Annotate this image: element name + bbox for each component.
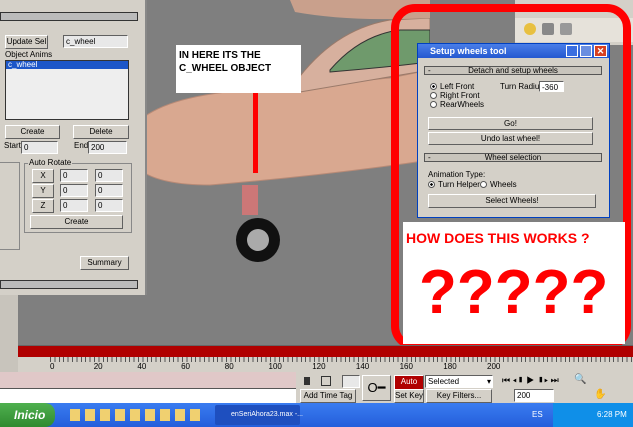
auto-rotate-label: Auto Rotate (28, 158, 73, 167)
radio-rear-wheels[interactable]: RearWheels (430, 100, 484, 109)
radio-right-front[interactable]: Right Front (430, 91, 480, 100)
create-button[interactable]: Create (5, 125, 60, 139)
delete-button[interactable]: Delete (73, 125, 129, 139)
animation-type-label: Animation Type: (428, 170, 486, 179)
dialog-title: Setup wheels tool (430, 46, 507, 56)
radio-wheels[interactable]: Wheels (480, 180, 517, 189)
turn-radius-spinner[interactable]: -360 (539, 81, 564, 92)
timeline-tick-label: 0 (50, 362, 55, 371)
annotation-line2: C_WHEEL OBJECT (179, 63, 272, 74)
radio-turn-helper[interactable]: Turn Helper (428, 180, 480, 189)
taskbar: Inicio enSeriAhora23.max -... ES 6:28 PM (0, 403, 633, 427)
add-time-tag-button[interactable]: Add Time Tag (300, 389, 356, 403)
key-filters-button[interactable]: Key Filters... (426, 389, 492, 403)
playback-controls[interactable]: ⏮ ◂▮ ▶ ▮▸ ⏭ (502, 375, 559, 386)
timeline-tick-label: 100 (268, 362, 282, 371)
timeline-tick-label: 20 (93, 362, 103, 371)
object-anims-label: Object Anims (5, 50, 53, 59)
timeline-tick-label: 40 (137, 362, 147, 371)
update-sel-button[interactable]: Update Sel (5, 35, 48, 49)
y-axis-button[interactable]: Y (32, 184, 54, 198)
select-wheels-button[interactable]: Select Wheels! (428, 194, 596, 208)
timeline-tick-label: 140 (355, 362, 370, 371)
rollout-detach[interactable]: - Detach and setup wheels (424, 66, 602, 75)
track-bar[interactable] (0, 372, 296, 389)
airplane-model (139, 0, 430, 262)
timeline-tick-label: 80 (224, 362, 234, 371)
question-text: HOW DOES THIS WORKS ? (406, 230, 590, 246)
x-axis-button[interactable]: X (32, 169, 54, 183)
go-button[interactable]: Go! (428, 117, 593, 130)
current-frame-field[interactable]: 200 (514, 389, 554, 402)
viewport-nav-strip (0, 295, 18, 372)
question-box: HOW DOES THIS WORKS ? ????? (403, 222, 625, 344)
start-label: Start (4, 141, 21, 150)
timeline-tick-label: 60 (181, 362, 190, 371)
close-button[interactable]: ✕ (594, 45, 607, 57)
rollout-wheel-selection[interactable]: - Wheel selection (424, 153, 602, 162)
key-mode-icon[interactable] (321, 376, 331, 386)
status-area (0, 389, 296, 403)
animation-controls: Add Time Tag O━ Auto Key Selected▾ Set K… (296, 372, 633, 403)
timeline-tick-label: 200 (487, 362, 501, 371)
object-anims-panel: Update Sel c_wheel Object Anims c_wheel … (0, 0, 147, 295)
end-field[interactable]: 200 (88, 141, 127, 154)
quick-launch[interactable] (70, 409, 200, 421)
z-axis-button[interactable]: Z (32, 199, 54, 213)
setup-wheels-dialog: Setup wheels tool ✕ - Detach and setup wh… (417, 43, 610, 218)
undo-last-wheel-button[interactable]: Undo last wheel! (428, 132, 593, 145)
anims-list[interactable]: c_wheel (5, 60, 129, 120)
question-marks: ????? (419, 258, 609, 327)
y-field-b[interactable]: 0 (95, 184, 123, 197)
timeline-tick-label: 160 (399, 362, 413, 371)
start-button[interactable]: Inicio (0, 403, 55, 427)
lock-icon[interactable] (304, 377, 310, 385)
y-field-a[interactable]: 0 (60, 184, 88, 197)
set-key-mode-button[interactable]: O━ (362, 375, 391, 401)
minimize-button[interactable] (566, 45, 578, 57)
x-field-b[interactable]: 0 (95, 169, 123, 182)
maximize-button[interactable] (580, 45, 592, 57)
selection-dropdown[interactable]: Selected ▾ (425, 375, 493, 388)
auto-rotate-create-button[interactable]: Create (30, 215, 123, 229)
list-item[interactable]: c_wheel (6, 61, 128, 69)
z-field-a[interactable]: 0 (60, 199, 88, 212)
annotation-box: IN HERE ITS THE C_WHEEL OBJECT (176, 45, 301, 93)
zoom-icon[interactable]: 🔍 (574, 374, 586, 385)
time-slider[interactable] (18, 345, 633, 357)
annotation-line1: IN HERE ITS THE (179, 50, 261, 61)
x-field-a[interactable]: 0 (60, 169, 88, 182)
dialog-titlebar[interactable]: Setup wheels tool ✕ (418, 44, 609, 58)
summary-button[interactable]: Summary (80, 256, 129, 270)
clock: 6:28 PM (597, 410, 627, 419)
system-tray: 6:28 PM (553, 403, 633, 427)
coordinate-field[interactable] (342, 375, 360, 388)
timeline-tick-label: 120 (312, 362, 326, 371)
language-indicator[interactable]: ES (532, 410, 543, 419)
start-field[interactable]: 0 (21, 141, 58, 154)
annotation-pointer-line (253, 93, 258, 173)
z-field-b[interactable]: 0 (95, 199, 123, 212)
radio-left-front[interactable]: Left Front (430, 82, 474, 91)
pan-icon[interactable]: ✋ (594, 389, 606, 400)
timeline-tick-label: 180 (443, 362, 457, 371)
end-label: End (74, 141, 89, 150)
taskbar-item-3dsmax[interactable]: enSeriAhora23.max -... (215, 405, 303, 425)
selection-field[interactable]: c_wheel (63, 35, 128, 48)
set-key-button[interactable]: Set Key (394, 389, 424, 403)
